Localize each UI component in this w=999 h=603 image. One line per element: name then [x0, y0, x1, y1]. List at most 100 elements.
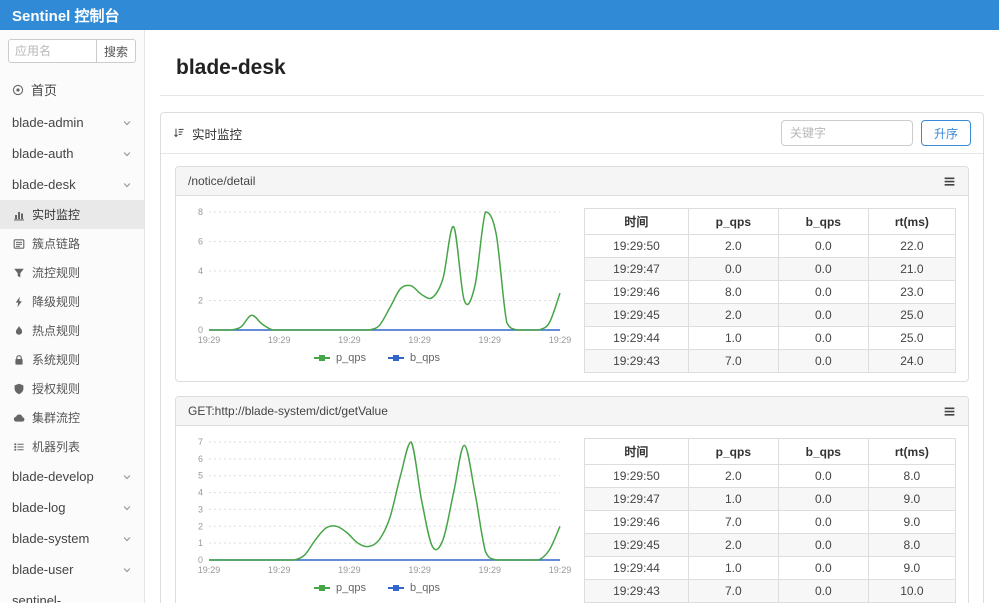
table-cell: 0.0	[778, 534, 868, 557]
sidebar-group-blade-admin[interactable]: blade-admin	[0, 107, 144, 138]
sidebar-item-realtime-monitor[interactable]: 实时监控	[0, 200, 144, 229]
menu-icon[interactable]	[943, 405, 956, 418]
table-row: 19:29:44 1.0 0.0 25.0	[585, 327, 956, 350]
search-button[interactable]: 搜索	[97, 39, 136, 63]
svg-text:5: 5	[198, 471, 203, 481]
sidebar-item-label: 首页	[31, 80, 57, 99]
chevron-down-icon	[122, 118, 132, 128]
legend-item[interactable]: p_qps	[314, 352, 366, 364]
chart-legend: p_qps b_qps	[182, 582, 572, 594]
table-row: 19:29:45 2.0 0.0 8.0	[585, 534, 956, 557]
table-row: 19:29:45 2.0 0.0 25.0	[585, 304, 956, 327]
table-cell: 1.0	[688, 488, 778, 511]
sidebar: 搜索 首页 blade-admin blade-auth blade-desk …	[0, 30, 145, 603]
metrics-table-wrap: 时间 p_qps b_qps rt(ms) 19:29:50	[584, 206, 956, 373]
table-cell: 9.0	[868, 488, 955, 511]
sidebar-item-cluster-flow[interactable]: 集群流控	[0, 403, 144, 432]
card-header: 实时监控 升序	[161, 113, 983, 154]
col-header-rt: rt(ms)	[868, 439, 955, 465]
svg-text:19:29: 19:29	[549, 565, 572, 575]
table-cell: 8.0	[688, 281, 778, 304]
table-cell: 19:29:44	[585, 327, 689, 350]
sidebar-item-machine-list[interactable]: 机器列表	[0, 432, 144, 461]
svg-text:19:29: 19:29	[479, 565, 502, 575]
svg-text:19:29: 19:29	[338, 565, 361, 575]
link-icon	[13, 238, 25, 250]
legend-item[interactable]: b_qps	[388, 352, 440, 364]
sidebar-item-label: 集群流控	[32, 409, 80, 426]
table-cell: 10.0	[868, 580, 955, 603]
sidebar-group-blade-auth[interactable]: blade-auth	[0, 138, 144, 169]
resource-panel-notice-detail: /notice/detail 0246819:2919:2919:2919:29…	[175, 166, 969, 382]
table-cell: 2.0	[688, 235, 778, 258]
divider	[160, 95, 984, 96]
svg-text:19:29: 19:29	[268, 335, 291, 345]
col-header-bqps: b_qps	[778, 209, 868, 235]
metrics-table: 时间 p_qps b_qps rt(ms) 19:29:50	[584, 438, 956, 603]
main-content: blade-desk 实时监控 升序 /notice/detail	[145, 30, 999, 603]
sidebar-item-cluster-link[interactable]: 簇点链路	[0, 229, 144, 258]
legend-item[interactable]: p_qps	[314, 582, 366, 594]
sidebar-group-blade-log[interactable]: blade-log	[0, 492, 144, 523]
table-row: 19:29:44 1.0 0.0 9.0	[585, 557, 956, 580]
col-header-bqps: b_qps	[778, 439, 868, 465]
svg-text:3: 3	[198, 504, 203, 514]
sidebar-item-authority-rules[interactable]: 授权规则	[0, 374, 144, 403]
sidebar-group-blade-desk[interactable]: blade-desk	[0, 169, 144, 200]
table-cell: 19:29:43	[585, 350, 689, 373]
table-row: 19:29:46 7.0 0.0 9.0	[585, 511, 956, 534]
table-cell: 8.0	[868, 534, 955, 557]
app-search-input[interactable]	[8, 39, 97, 63]
sidebar-item-system-rules[interactable]: 系统规则	[0, 345, 144, 374]
sidebar-group-label: blade-user	[12, 562, 73, 577]
svg-text:6: 6	[198, 454, 203, 464]
sidebar-item-home[interactable]: 首页	[0, 72, 144, 107]
svg-text:19:29: 19:29	[408, 565, 431, 575]
sidebar-group-label: blade-system	[12, 531, 89, 546]
svg-text:6: 6	[198, 237, 203, 247]
sidebar-group-sentinel-dashboard[interactable]: sentinel-dashboard	[0, 585, 144, 603]
table-cell: 9.0	[868, 557, 955, 580]
qps-line-chart: 0246819:2919:2919:2919:2919:2919:29	[182, 206, 572, 346]
svg-text:2: 2	[198, 521, 203, 531]
table-cell: 19:29:45	[585, 304, 689, 327]
sidebar-group-blade-system[interactable]: blade-system	[0, 523, 144, 554]
metrics-table: 时间 p_qps b_qps rt(ms) 19:29:50	[584, 208, 956, 373]
metrics-table-wrap: 时间 p_qps b_qps rt(ms) 19:29:50	[584, 436, 956, 603]
machine-icon	[13, 441, 25, 453]
table-header-row: 时间 p_qps b_qps rt(ms)	[585, 209, 956, 235]
sidebar-group-label: sentinel-dashboard	[12, 593, 122, 603]
menu-icon[interactable]	[943, 175, 956, 188]
sidebar-item-flow-rules[interactable]: 流控规则	[0, 258, 144, 287]
keyword-input[interactable]	[781, 120, 913, 146]
chevron-down-icon	[122, 503, 132, 513]
funnel-icon	[13, 267, 25, 279]
svg-text:19:29: 19:29	[198, 335, 221, 345]
table-cell: 0.0	[778, 557, 868, 580]
sidebar-group-blade-develop[interactable]: blade-develop	[0, 461, 144, 492]
panel-body: 0123456719:2919:2919:2919:2919:2919:29 p…	[176, 426, 968, 603]
blade-desk-submenu: 实时监控 簇点链路 流控规则 降级规则 热点规则 系统规则	[0, 200, 144, 461]
table-cell: 8.0	[868, 465, 955, 488]
col-header-rt: rt(ms)	[868, 209, 955, 235]
sidebar-group-blade-user[interactable]: blade-user	[0, 554, 144, 585]
svg-text:19:29: 19:29	[338, 335, 361, 345]
sidebar-item-hotspot-rules[interactable]: 热点规则	[0, 316, 144, 345]
sidebar-item-label: 机器列表	[32, 438, 80, 455]
legend-item[interactable]: b_qps	[388, 582, 440, 594]
sidebar-item-degrade-rules[interactable]: 降级规则	[0, 287, 144, 316]
table-cell: 0.0	[778, 258, 868, 281]
svg-text:1: 1	[198, 538, 203, 548]
card-title-label: 实时监控	[192, 124, 242, 143]
sort-asc-button[interactable]: 升序	[921, 120, 971, 146]
table-cell: 22.0	[868, 235, 955, 258]
sidebar-group-label: blade-admin	[12, 115, 84, 130]
table-cell: 0.0	[778, 235, 868, 258]
chevron-down-icon	[122, 149, 132, 159]
svg-text:4: 4	[198, 266, 203, 276]
table-cell: 25.0	[868, 327, 955, 350]
table-cell: 19:29:46	[585, 281, 689, 304]
table-cell: 7.0	[688, 511, 778, 534]
table-cell: 9.0	[868, 511, 955, 534]
chart-legend: p_qps b_qps	[182, 352, 572, 364]
